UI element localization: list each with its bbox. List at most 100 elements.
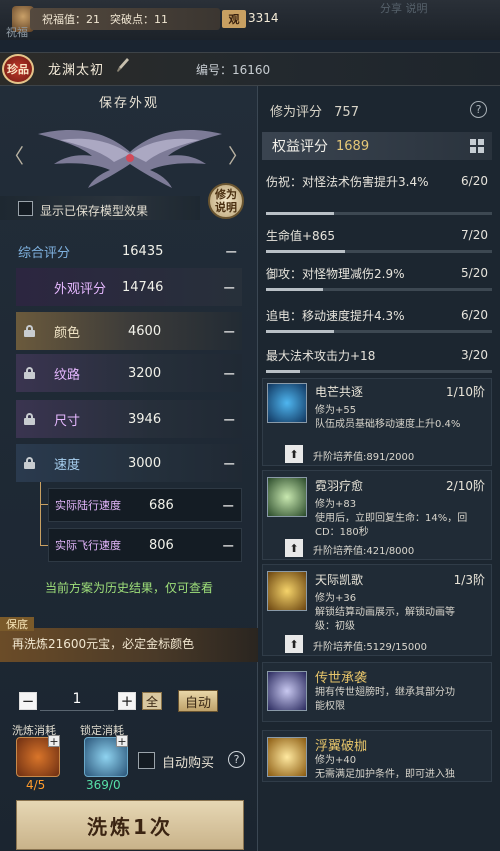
skill-desc: CD：180秒: [315, 527, 369, 538]
item-serial: 编号：16160: [196, 63, 271, 77]
size-score-row[interactable]: 尺寸 3946 −: [16, 400, 242, 438]
skill-level: 1/3阶: [453, 573, 485, 587]
lock-icon[interactable]: [24, 413, 35, 425]
collapse-texture-icon[interactable]: −: [223, 364, 236, 383]
tree-connector: [40, 482, 41, 546]
overall-score-label: 综合评分: [18, 245, 71, 261]
land-speed-label: 实际陆行速度: [55, 499, 121, 512]
guarantee-tag: 保底: [0, 617, 34, 631]
skill-level: 1/10阶: [446, 385, 485, 399]
attribute-progress-fill: [266, 250, 346, 253]
skill-card[interactable]: 天际凯歌 1/3阶 修为+36 解锁结算动画展示，解锁动画等 级：初级 ⬆ 升阶…: [262, 564, 492, 656]
blessing-value: 祝福值：21: [42, 13, 100, 26]
skill-desc: 队伍成员基础移动速度上升0.4%: [315, 419, 461, 430]
color-score-value: 4600: [128, 323, 162, 339]
upgrade-arrow-icon[interactable]: ⬆: [285, 635, 303, 653]
size-score-label: 尺寸: [54, 413, 81, 429]
quantity-decrease-button[interactable]: −: [19, 692, 37, 710]
show-saved-model-checkbox[interactable]: [18, 201, 33, 216]
attribute-text: 追电：移动速度提升4.3%: [266, 309, 405, 323]
quantity-input[interactable]: 1: [40, 691, 114, 711]
texture-score-row[interactable]: 纹路 3200 −: [16, 354, 242, 392]
speed-score-value: 3000: [128, 455, 162, 471]
legendary-desc: 修为+40: [315, 755, 357, 766]
attribute-text: 生命值+865: [266, 229, 335, 243]
skill-name: 霓羽疗愈: [315, 479, 364, 493]
auto-refine-button[interactable]: 自动: [178, 690, 218, 712]
attribute-progress-bar: [266, 288, 492, 291]
appearance-score-value: 14746: [122, 279, 164, 295]
skill-desc: 修为+83: [315, 499, 357, 510]
lock-icon[interactable]: [24, 367, 35, 379]
cultivation-score: 修为评分 757: [270, 101, 359, 120]
legendary-card[interactable]: 传世承袭 拥有传世翅膀时，继承其部分功 能权限: [262, 662, 492, 722]
auto-buy-checkbox[interactable]: [138, 752, 155, 769]
legendary-card[interactable]: 浮翼破枷 修为+40 无需满足加护条件，即可进入独: [262, 730, 492, 782]
attribute-text: 最大法术攻击力+18: [266, 349, 376, 363]
grid-view-icon[interactable]: [470, 139, 484, 153]
attribute-progress-fill: [266, 370, 300, 373]
rights-score-header: 权益评分 1689: [262, 132, 492, 160]
golden-horn-icon: [267, 571, 307, 611]
rights-score-label: 权益评分: [272, 139, 328, 155]
upgrade-arrow-icon[interactable]: ⬆: [285, 445, 303, 463]
cultivation-explain-button[interactable]: 修为说明: [208, 183, 244, 219]
lock-icon[interactable]: [24, 457, 35, 469]
item-name: 龙渊太初: [48, 63, 105, 78]
upgrade-progress: 升阶培养值:891/2000: [313, 452, 415, 463]
upgrade-progress: 升阶培养值:421/8000: [313, 546, 415, 557]
attribute-progress-bar: [266, 250, 492, 253]
speed-score-label: 速度: [54, 457, 81, 473]
attribute-count: 6/20: [461, 174, 488, 188]
rename-brush-icon[interactable]: [116, 57, 132, 77]
next-look-arrow-icon[interactable]: 〉: [228, 140, 248, 169]
attribute-row: 最大法术攻击力+18 3/20: [262, 346, 492, 376]
collapse-speed-icon[interactable]: −: [223, 454, 236, 473]
wing-model-preview: [30, 112, 230, 197]
attribute-count: 5/20: [461, 266, 488, 280]
add-lock-material-icon[interactable]: +: [116, 735, 128, 747]
collapse-color-icon[interactable]: −: [223, 322, 236, 341]
attribute-count: 7/20: [461, 228, 488, 242]
view-count: 3314: [248, 11, 279, 25]
guarantee-text: 再洗炼21600元宝，必定金标颜色: [12, 637, 195, 651]
overall-score-value: 16435: [122, 243, 164, 259]
cultivation-score-label: 修为评分: [270, 105, 323, 120]
skill-desc: 解锁结算动画展示，解锁动画等: [315, 607, 455, 618]
attribute-row: 御攻：对怪物理减伤2.9% 5/20: [262, 264, 492, 294]
help-icon[interactable]: ?: [470, 101, 487, 118]
upgrade-arrow-icon[interactable]: ⬆: [285, 539, 303, 557]
top-faint-links: 分享 说明: [380, 2, 428, 15]
collapse-size-icon[interactable]: −: [223, 410, 236, 429]
quantity-max-button[interactable]: 全: [142, 692, 162, 710]
skill-desc: 修为+55: [315, 405, 357, 416]
color-score-row[interactable]: 颜色 4600 −: [16, 312, 242, 350]
prev-look-arrow-icon[interactable]: 〈: [4, 140, 24, 169]
help-icon[interactable]: ?: [228, 751, 245, 768]
speed-score-row[interactable]: 速度 3000 −: [16, 444, 242, 482]
skill-desc: 使用后，立即回复生命：14%，回: [315, 513, 468, 524]
auto-buy-label: 自动购买: [162, 756, 215, 771]
appearance-score-label: 外观评分: [54, 281, 107, 297]
lock-icon[interactable]: [24, 325, 35, 337]
attribute-row: 追电：移动速度提升4.3% 6/20: [262, 306, 492, 336]
attribute-text: 伤祝：对怪法术伤害提升3.4%: [266, 175, 429, 189]
refine-once-button[interactable]: 洗炼1次: [16, 800, 244, 850]
history-note: 当前方案为历史结果，仅可查看: [44, 581, 213, 595]
collapse-fly-speed-icon[interactable]: −: [222, 536, 235, 555]
attribute-progress-bar: [266, 330, 492, 333]
quantity-increase-button[interactable]: +: [118, 692, 136, 710]
view-icon[interactable]: 观: [222, 10, 246, 28]
color-score-label: 颜色: [54, 325, 81, 341]
collapse-appearance-icon[interactable]: −: [223, 278, 236, 297]
collapse-land-speed-icon[interactable]: −: [222, 496, 235, 515]
add-refine-material-icon[interactable]: +: [48, 735, 60, 747]
overall-score-row: 综合评分 16435 −: [12, 232, 244, 270]
land-speed-row: 实际陆行速度 686 −: [48, 488, 242, 522]
skill-card[interactable]: 霓羽疗愈 2/10阶 修为+83 使用后，立即回复生命：14%，回 CD：180…: [262, 470, 492, 560]
collapse-overall-icon[interactable]: −: [225, 242, 238, 261]
skill-card[interactable]: 电芒共逐 1/10阶 修为+55 队伍成员基础移动速度上升0.4% ⬆ 升阶培养…: [262, 378, 492, 466]
fly-speed-label: 实际飞行速度: [55, 539, 121, 552]
legendary-desc: 拥有传世翅膀时，继承其部分功: [315, 687, 455, 698]
rights-score-value: 1689: [336, 138, 370, 154]
